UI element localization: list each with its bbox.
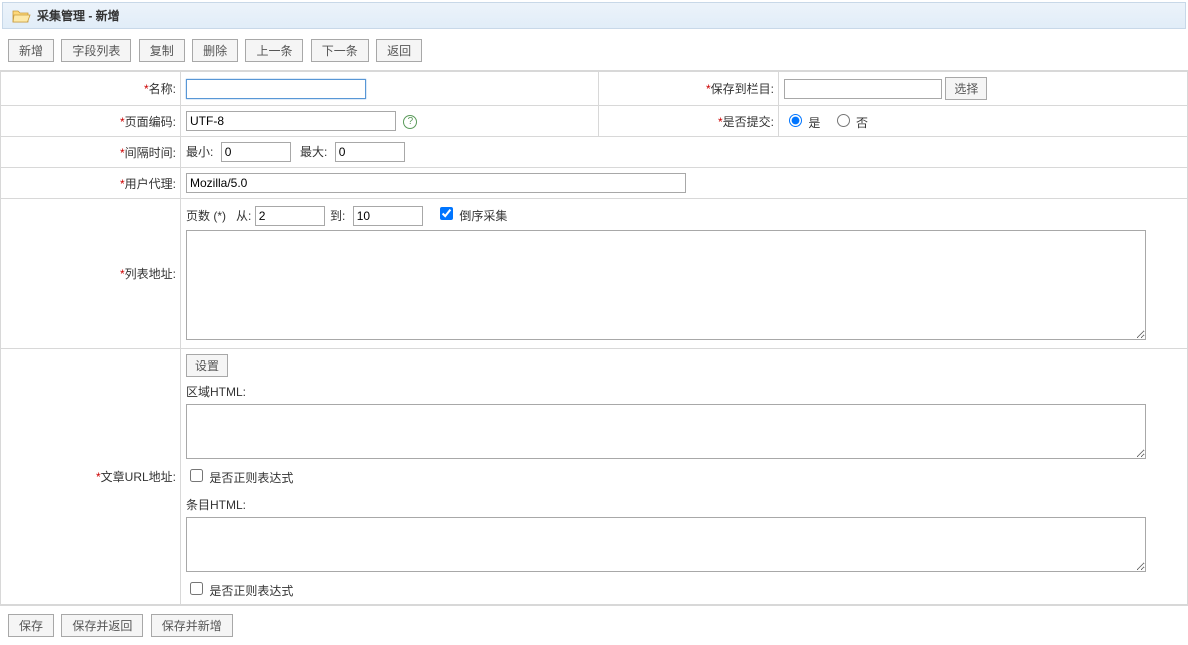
from-input[interactable] bbox=[255, 206, 325, 226]
article-url-label: 文章URL地址: bbox=[101, 470, 176, 484]
radio-no-text: 否 bbox=[856, 116, 868, 130]
from-label: 从: bbox=[236, 209, 251, 223]
list-url-label: 列表地址: bbox=[125, 267, 176, 281]
list-url-textarea[interactable] bbox=[186, 230, 1146, 340]
encoding-label-cell: *页面编码: bbox=[1, 106, 181, 137]
help-icon[interactable]: ? bbox=[403, 115, 417, 129]
copy-button[interactable]: 复制 bbox=[139, 39, 185, 62]
name-input[interactable] bbox=[186, 79, 366, 99]
area-regex-text: 是否正则表达式 bbox=[209, 471, 293, 485]
encoding-label: 页面编码: bbox=[125, 115, 176, 129]
user-agent-input[interactable] bbox=[186, 173, 686, 193]
auto-submit-value-cell: 是 否 bbox=[779, 106, 1188, 137]
encoding-input[interactable] bbox=[186, 111, 396, 131]
user-agent-value-cell bbox=[181, 168, 1188, 199]
save-button[interactable]: 保存 bbox=[8, 614, 54, 637]
auto-submit-label-cell: *是否提交: bbox=[599, 106, 779, 137]
new-button[interactable]: 新增 bbox=[8, 39, 54, 62]
save-and-new-button[interactable]: 保存并新增 bbox=[151, 614, 233, 637]
select-button[interactable]: 选择 bbox=[945, 77, 987, 100]
area-regex-checkbox[interactable] bbox=[190, 469, 203, 482]
save-to-value-cell: 选择 bbox=[779, 72, 1188, 106]
name-label-cell: *名称: bbox=[1, 72, 181, 106]
settings-button[interactable]: 设置 bbox=[186, 354, 228, 377]
radio-no-label[interactable]: 否 bbox=[832, 116, 868, 130]
user-agent-label-cell: *用户代理: bbox=[1, 168, 181, 199]
page-title: 采集管理 - 新增 bbox=[37, 7, 120, 24]
reverse-collect-label[interactable]: 倒序采集 bbox=[436, 209, 507, 223]
encoding-value-cell: ? bbox=[181, 106, 599, 137]
interval-max-input[interactable] bbox=[335, 142, 405, 162]
item-regex-text: 是否正则表达式 bbox=[209, 584, 293, 598]
save-to-input[interactable] bbox=[784, 79, 942, 99]
auto-submit-label: 是否提交: bbox=[723, 115, 774, 129]
page-count-label: 页数 (*) bbox=[186, 209, 226, 223]
reverse-collect-checkbox[interactable] bbox=[440, 207, 453, 220]
back-button[interactable]: 返回 bbox=[376, 39, 422, 62]
area-html-textarea[interactable] bbox=[186, 404, 1146, 459]
to-input[interactable] bbox=[353, 206, 423, 226]
save-to-label: 保存到栏目: bbox=[711, 82, 774, 96]
save-and-back-button[interactable]: 保存并返回 bbox=[61, 614, 143, 637]
save-to-label-cell: *保存到栏目: bbox=[599, 72, 779, 106]
article-url-value-cell: 设置 区域HTML: 是否正则表达式 条目HTML: bbox=[181, 349, 1188, 605]
item-html-label: 条目HTML: bbox=[186, 498, 246, 512]
list-url-value-cell: 页数 (*) 从: 到: 倒序采集 bbox=[181, 199, 1188, 349]
prev-button[interactable]: 上一条 bbox=[245, 39, 303, 62]
name-label: 名称: bbox=[149, 82, 176, 96]
to-label: 到: bbox=[330, 209, 345, 223]
radio-yes-label[interactable]: 是 bbox=[784, 116, 824, 130]
article-url-label-cell: *文章URL地址: bbox=[1, 349, 181, 605]
name-value-cell bbox=[181, 72, 599, 106]
radio-yes-text: 是 bbox=[808, 116, 820, 130]
interval-min-input[interactable] bbox=[221, 142, 291, 162]
top-toolbar: 新增 字段列表 复制 删除 上一条 下一条 返回 bbox=[0, 31, 1188, 71]
interval-max-label: 最大: bbox=[300, 145, 327, 159]
interval-label: 间隔时间: bbox=[125, 146, 176, 160]
delete-button[interactable]: 删除 bbox=[192, 39, 238, 62]
radio-no[interactable] bbox=[837, 114, 850, 127]
item-regex-label-wrap[interactable]: 是否正则表达式 bbox=[186, 584, 293, 598]
field-list-button[interactable]: 字段列表 bbox=[61, 39, 131, 62]
list-url-label-cell: *列表地址: bbox=[1, 199, 181, 349]
item-html-textarea[interactable] bbox=[186, 517, 1146, 572]
radio-yes[interactable] bbox=[789, 114, 802, 127]
next-button[interactable]: 下一条 bbox=[311, 39, 369, 62]
area-html-label: 区域HTML: bbox=[186, 385, 246, 399]
reverse-collect-text: 倒序采集 bbox=[459, 209, 507, 223]
interval-min-label: 最小: bbox=[186, 145, 213, 159]
footer-toolbar: 保存 保存并返回 保存并新增 bbox=[0, 605, 1188, 645]
interval-label-cell: *间隔时间: bbox=[1, 137, 181, 168]
page-header: 采集管理 - 新增 bbox=[2, 2, 1186, 29]
folder-open-icon bbox=[11, 8, 31, 24]
user-agent-label: 用户代理: bbox=[125, 177, 176, 191]
interval-value-cell: 最小: 最大: bbox=[181, 137, 1188, 168]
area-regex-label-wrap[interactable]: 是否正则表达式 bbox=[186, 471, 293, 485]
item-regex-checkbox[interactable] bbox=[190, 582, 203, 595]
form-table: *名称: *保存到栏目: 选择 *页面编码: ? *是否提交: 是 bbox=[0, 71, 1188, 605]
